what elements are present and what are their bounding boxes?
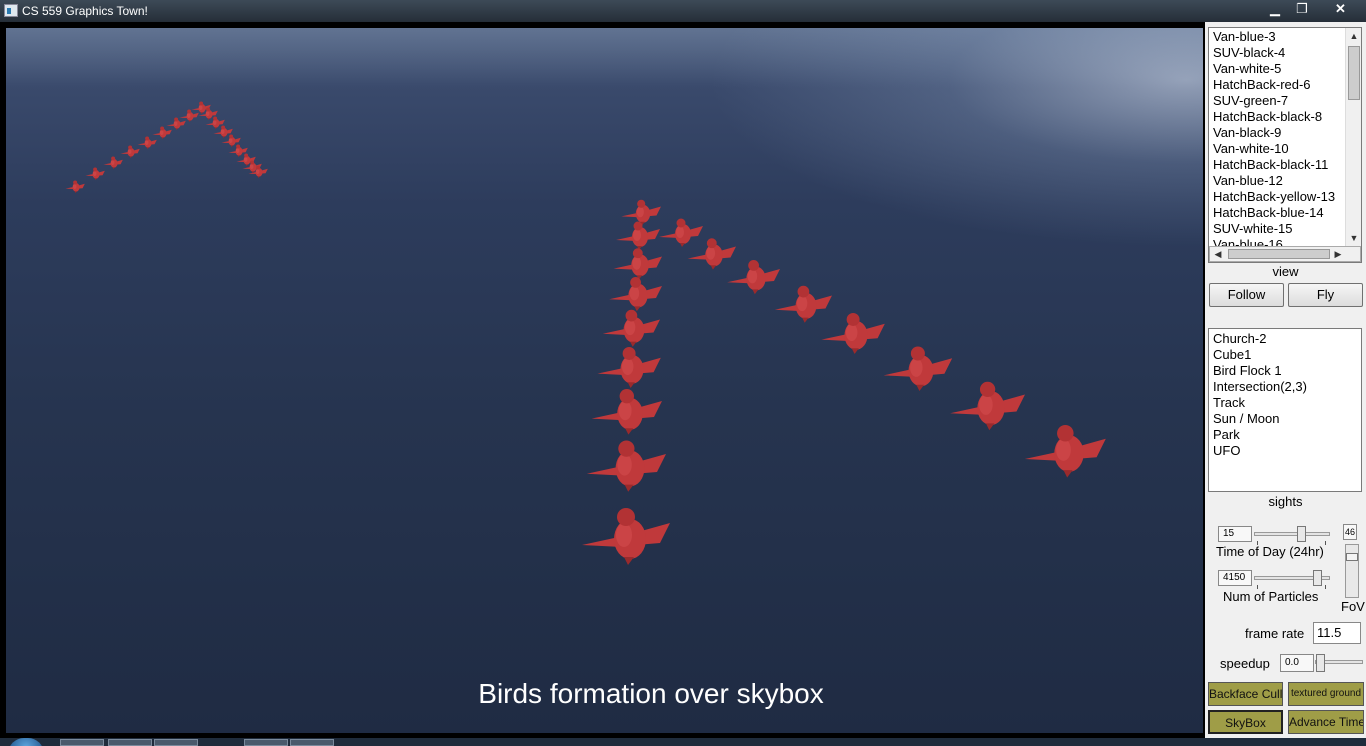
- fov-slider-thumb[interactable]: [1346, 553, 1358, 561]
- bird: [613, 248, 662, 280]
- close-button[interactable]: ✕: [1317, 0, 1364, 18]
- bird: [152, 126, 172, 140]
- particles-value-field[interactable]: 4150: [1218, 570, 1252, 586]
- caption-text: Birds formation over skybox: [478, 678, 824, 709]
- list-item[interactable]: Van-white-10: [1209, 141, 1347, 157]
- list-item[interactable]: Park: [1209, 427, 1359, 443]
- list-item[interactable]: Van-blue-12: [1209, 173, 1347, 189]
- bird: [609, 277, 662, 312]
- list-item[interactable]: SUV-white-15: [1209, 221, 1347, 237]
- fov-slider[interactable]: [1345, 544, 1359, 598]
- backface-cull-button[interactable]: Backface Cull: [1208, 682, 1283, 706]
- scroll-left-arrow-icon[interactable]: ◀: [1210, 246, 1226, 262]
- bird: [103, 156, 123, 170]
- fly-button[interactable]: Fly: [1288, 283, 1363, 307]
- frame-rate-field: 11.5: [1313, 622, 1361, 644]
- time-slider-thumb[interactable]: [1297, 526, 1307, 542]
- list-item[interactable]: Intersection(2,3): [1209, 379, 1359, 395]
- scroll-up-arrow-icon[interactable]: ▲: [1346, 28, 1361, 44]
- speedup-slider-thumb[interactable]: [1316, 654, 1325, 672]
- bird: [727, 260, 780, 295]
- bird: [616, 221, 660, 250]
- taskbar-item[interactable]: [290, 739, 334, 746]
- list-item[interactable]: Bird Flock 1: [1209, 363, 1359, 379]
- textured-ground-button[interactable]: textured ground: [1288, 682, 1364, 706]
- scroll-down-arrow-icon[interactable]: ▼: [1346, 230, 1361, 246]
- list-item[interactable]: SUV-black-4: [1209, 45, 1347, 61]
- frame-rate-label: frame rate: [1245, 626, 1305, 641]
- title-bar: CS 559 Graphics Town! ▁ ❐ ✕: [0, 0, 1366, 22]
- list-item[interactable]: SUV-green-7: [1209, 93, 1347, 109]
- bird: [597, 347, 661, 389]
- follow-button[interactable]: Follow: [1209, 283, 1284, 307]
- hscroll-thumb[interactable]: [1228, 249, 1330, 259]
- time-slider[interactable]: [1254, 532, 1330, 536]
- bird: [85, 167, 105, 181]
- vehicle-listbox[interactable]: Van-blue-3 SUV-black-4 Van-white-5 HatchBac…: [1208, 27, 1362, 263]
- 3d-viewport[interactable]: Birds formation over skybox: [6, 28, 1203, 733]
- vehicle-list-hscroll[interactable]: ◀ ▶: [1209, 246, 1361, 262]
- skybox-button[interactable]: SkyBox: [1208, 710, 1283, 734]
- maximize-button[interactable]: ❐: [1289, 0, 1315, 18]
- list-item[interactable]: UFO: [1209, 443, 1359, 459]
- taskbar-item[interactable]: [108, 739, 152, 746]
- control-panel: Van-blue-3 SUV-black-4 Van-white-5 HatchBac…: [1205, 22, 1366, 738]
- taskbar-item[interactable]: [244, 739, 288, 746]
- bird: [65, 180, 85, 194]
- view-label: view: [1272, 264, 1299, 279]
- bird: [883, 346, 953, 391]
- bird: [166, 117, 186, 131]
- app-icon: [4, 4, 18, 17]
- bird-flocks: [65, 101, 1106, 565]
- scroll-thumb[interactable]: [1348, 46, 1360, 100]
- list-item[interactable]: Van-white-5: [1209, 61, 1347, 77]
- start-button-icon[interactable]: [8, 738, 44, 746]
- bird: [179, 109, 199, 123]
- speedup-value-field[interactable]: 0.0: [1280, 654, 1314, 672]
- sights-listbox[interactable]: Church-2 Cube1 Bird Flock 1 Intersection(2,…: [1208, 328, 1362, 492]
- bird: [120, 145, 140, 159]
- bird: [687, 238, 736, 270]
- minimize-button[interactable]: ▁: [1262, 0, 1288, 18]
- time-of-day-label: Time of Day (24hr): [1216, 544, 1324, 559]
- list-item[interactable]: Track: [1209, 395, 1359, 411]
- list-item[interactable]: Van-blue-3: [1209, 29, 1347, 45]
- bird: [137, 136, 157, 150]
- bird: [950, 381, 1025, 431]
- particles-slider-thumb[interactable]: [1313, 570, 1323, 586]
- list-item[interactable]: HatchBack-red-6: [1209, 77, 1347, 93]
- list-item[interactable]: Cube1: [1209, 347, 1359, 363]
- taskbar-item[interactable]: [154, 739, 198, 746]
- sights-label: sights: [1268, 494, 1303, 509]
- bird: [602, 309, 660, 347]
- list-item[interactable]: HatchBack-yellow-13: [1209, 189, 1347, 205]
- vehicle-list-vscroll[interactable]: ▲ ▼: [1345, 28, 1361, 246]
- list-item[interactable]: Van-black-9: [1209, 125, 1347, 141]
- scroll-right-arrow-icon[interactable]: ▶: [1330, 246, 1346, 262]
- bird: [621, 199, 661, 226]
- list-item[interactable]: Sun / Moon: [1209, 411, 1359, 427]
- num-particles-label: Num of Particles: [1223, 589, 1319, 604]
- advance-time-button[interactable]: Advance Time: [1288, 710, 1364, 734]
- list-item[interactable]: HatchBack-black-8: [1209, 109, 1347, 125]
- bird: [582, 508, 670, 565]
- bird: [821, 313, 885, 355]
- bird: [586, 440, 666, 492]
- bird: [591, 389, 662, 435]
- time-value-field[interactable]: 15: [1218, 526, 1252, 542]
- list-item[interactable]: HatchBack-blue-14: [1209, 205, 1347, 221]
- list-item[interactable]: Church-2: [1209, 331, 1359, 347]
- bird: [774, 285, 832, 323]
- fov-label: FoV: [1341, 599, 1365, 614]
- bird: [659, 218, 703, 247]
- taskbar-item[interactable]: [60, 739, 104, 746]
- window-title: CS 559 Graphics Town!: [22, 4, 148, 18]
- fov-value-field[interactable]: 46: [1343, 524, 1357, 540]
- speedup-label: speedup: [1220, 656, 1270, 671]
- taskbar: [0, 738, 1366, 746]
- bird: [1024, 425, 1106, 478]
- list-item[interactable]: HatchBack-black-11: [1209, 157, 1347, 173]
